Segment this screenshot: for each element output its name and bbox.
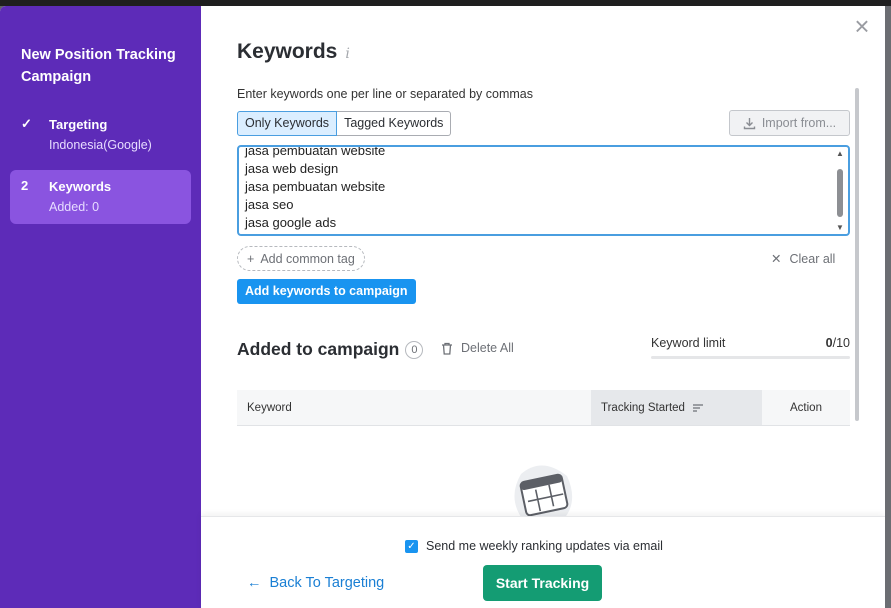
- clear-all-button[interactable]: ✕ Clear all: [771, 251, 836, 267]
- arrow-left-icon: ←: [247, 575, 262, 591]
- column-action: Action: [790, 401, 822, 414]
- check-icon: ✓: [21, 116, 32, 131]
- added-title-text: Added to campaign: [237, 339, 400, 359]
- step-number: 2: [21, 178, 29, 193]
- back-button[interactable]: ← Back To Targeting: [247, 575, 384, 591]
- empty-table-icon: [514, 465, 573, 520]
- keyword-line: jasa pembuatan website: [245, 145, 386, 158]
- scroll-up-icon[interactable]: ▲: [836, 149, 844, 158]
- keyword-line: jasa seo: [245, 197, 294, 212]
- main-panel: × Keywords i Enter keywords one per line…: [201, 6, 885, 608]
- limit-total: /10: [832, 336, 850, 350]
- added-count-badge: 0: [405, 340, 424, 359]
- add-keywords-button[interactable]: Add keywords to campaign: [237, 279, 416, 304]
- limit-label: Keyword limit: [651, 336, 726, 350]
- modal-footer: ✓ Send me weekly ranking updates via ema…: [201, 516, 885, 608]
- close-icon[interactable]: ×: [851, 13, 873, 39]
- delete-all-button[interactable]: Delete All: [441, 341, 514, 355]
- email-updates-label: Send me weekly ranking updates via email: [426, 539, 663, 553]
- step-targeting[interactable]: ✓ Targeting Indonesia(Google): [10, 108, 191, 162]
- keyword-mode-toggle: Only Keywords Tagged Keywords: [237, 111, 452, 136]
- import-button[interactable]: Import from...: [729, 110, 850, 136]
- scroll-down-icon[interactable]: ▼: [836, 223, 844, 232]
- email-updates-checkbox[interactable]: ✓: [405, 539, 418, 553]
- column-tracking-label: Tracking Started: [601, 401, 685, 414]
- campaign-modal: New Position Tracking Campaign ✓ Targeti…: [0, 6, 885, 608]
- delete-label: Delete All: [461, 341, 514, 355]
- keyword-line: jasa pembuatan website: [245, 179, 386, 194]
- add-tag-label: Add common tag: [260, 251, 355, 266]
- add-common-tag-button[interactable]: + Add common tag: [237, 246, 365, 271]
- step-sub: Added: 0: [49, 200, 100, 214]
- trash-icon: [442, 342, 452, 355]
- limit-used: 0: [825, 336, 833, 350]
- back-label: Back To Targeting: [269, 575, 385, 591]
- page-title-text: Keywords: [237, 40, 338, 63]
- column-tracking-started[interactable]: Tracking Started: [591, 390, 762, 425]
- keyword-line: jasa web design: [245, 161, 339, 176]
- limit-progress-bar: [651, 356, 850, 359]
- keyword-line: jasa google ads: [245, 215, 337, 230]
- keyword-limit: Keyword limit 0/10: [651, 336, 850, 359]
- import-label: Import from...: [761, 116, 837, 130]
- step-sub: Indonesia(Google): [49, 138, 152, 152]
- step-label: Keywords: [49, 179, 112, 194]
- keywords-textarea[interactable]: jasa pembuatan website jasa web design jas…: [237, 145, 850, 236]
- limit-value: 0/10: [826, 336, 850, 350]
- clear-label: Clear all: [789, 251, 836, 266]
- close-x-icon: ✕: [771, 252, 782, 266]
- sort-icon[interactable]: [691, 403, 705, 413]
- keywords-text: jasa pembuatan website jasa web design jas…: [245, 145, 386, 232]
- email-updates-row[interactable]: ✓ Send me weekly ranking updates via ema…: [405, 539, 663, 553]
- scroll-thumb[interactable]: [837, 169, 843, 217]
- textarea-scrollbar[interactable]: ▲ ▼: [834, 149, 846, 232]
- keywords-hint: Enter keywords one per line or separated…: [237, 87, 533, 101]
- download-icon: [743, 117, 756, 129]
- main-scrollbar[interactable]: [855, 88, 859, 421]
- added-section-title: Added to campaign 0: [237, 339, 424, 360]
- tab-only-keywords[interactable]: Only Keywords: [237, 111, 338, 136]
- step-keywords[interactable]: 2 Keywords Added: 0: [10, 170, 191, 224]
- table-header: Keyword Tracking Started Action: [237, 390, 850, 426]
- page-title: Keywords i: [237, 40, 350, 64]
- wizard-sidebar: New Position Tracking Campaign ✓ Targeti…: [0, 6, 201, 608]
- column-keyword[interactable]: Keyword: [237, 390, 591, 425]
- plus-icon: +: [247, 251, 255, 266]
- start-tracking-button[interactable]: Start Tracking: [483, 565, 602, 601]
- tab-tagged-keywords[interactable]: Tagged Keywords: [337, 111, 452, 136]
- info-icon[interactable]: i: [345, 46, 349, 62]
- step-label: Targeting: [49, 117, 108, 132]
- sidebar-title: New Position Tracking Campaign: [21, 47, 176, 85]
